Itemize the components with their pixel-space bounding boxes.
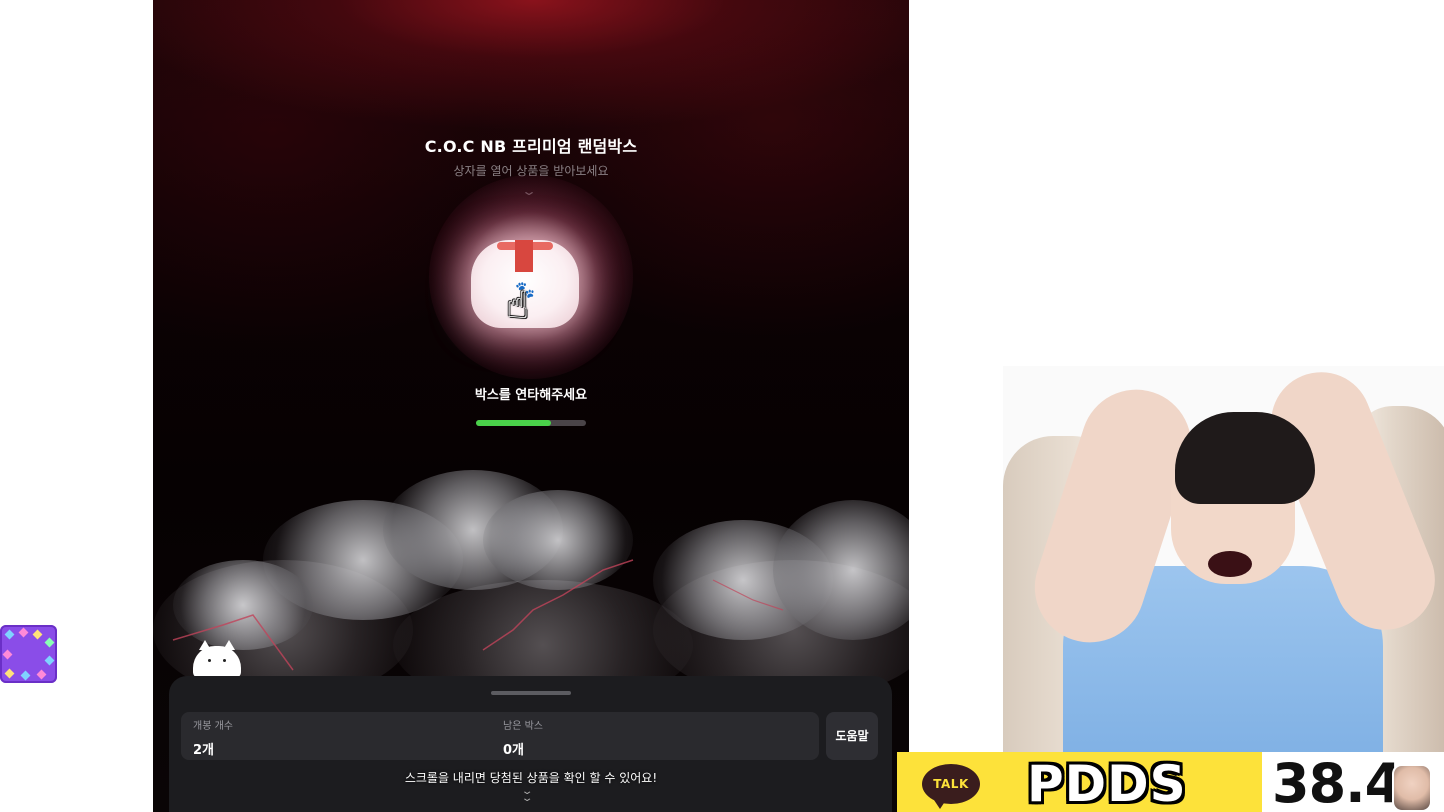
gem-icon [18, 627, 29, 638]
number-banner: 38.4 [1262, 752, 1444, 812]
help-button[interactable]: 도움말 [826, 712, 878, 760]
gem-icon [4, 668, 15, 679]
kakao-talk-icon: TALK [922, 764, 980, 809]
big-number: 38.4 [1272, 752, 1402, 812]
game-title: C.O.C NB 프리미엄 랜덤박스 [424, 137, 638, 156]
random-box-game: C.O.C NB 프리미엄 랜덤박스 상자를 열어 상품을 받아보세요 ⌄ 🐾 … [153, 0, 909, 812]
lightning-streaks [172, 559, 784, 671]
remaining-box-stat: 남은 박스 0개 [503, 720, 543, 758]
avatar [1392, 764, 1432, 812]
streamer-hair [1175, 412, 1315, 504]
remaining-box-value: 0개 [503, 743, 525, 758]
opened-count-label: 개봉 개수 [193, 721, 233, 732]
gem-icon [2, 649, 13, 660]
hand-pointer-icon: ☝ [506, 283, 530, 327]
talk-banner: TALK PDDS [897, 752, 1262, 812]
webcam-feed [1003, 366, 1444, 752]
streamer-mouth [1208, 551, 1252, 577]
double-chevron-down-icon[interactable]: ⌄ ⌄ [521, 787, 534, 804]
box-ribbon [515, 240, 533, 272]
sheet-drag-handle[interactable] [491, 691, 571, 695]
gem-icon [36, 669, 47, 680]
brand-text: PDDS [1027, 755, 1187, 812]
box-stats: 개봉 개수 2개 남은 박스 0개 [181, 712, 819, 760]
opened-count-stat: 개봉 개수 2개 [193, 720, 233, 758]
screen: C.O.C NB 프리미엄 랜덤박스 상자를 열어 상품을 받아보세요 ⌄ 🐾 … [0, 0, 1444, 812]
gem-icon [44, 637, 55, 648]
gem-icon [4, 629, 15, 640]
tap-progress-bar [476, 420, 586, 426]
purple-gem-widget[interactable] [0, 625, 57, 683]
tap-prompt: 박스를 연타해주세요 [474, 388, 588, 403]
opened-count-value: 2개 [193, 743, 215, 758]
tap-progress-fill [476, 420, 551, 426]
gem-icon [32, 629, 43, 640]
white-cat-mascot [193, 640, 241, 678]
gem-icon [44, 655, 55, 666]
scroll-hint: 스크롤을 내리면 당첨된 상품을 확인 할 수 있어요! [404, 771, 658, 785]
gem-icon [20, 670, 31, 681]
remaining-box-label: 남은 박스 [503, 721, 543, 732]
